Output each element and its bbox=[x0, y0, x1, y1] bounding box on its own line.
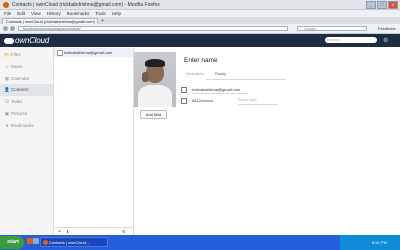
sidebar-item-label: Calendar bbox=[11, 76, 30, 81]
app-sidebar: 📁Files ♫ Music ▦ Calendar 👤Contacts ☑ Tasks… bbox=[0, 47, 54, 235]
url-bar[interactable]: localhost/owncloud/apps/contacts/ bbox=[18, 26, 288, 31]
contact-name-field[interactable]: Enter name bbox=[184, 57, 218, 64]
sidebar-item-files[interactable]: 📁Files bbox=[0, 49, 53, 61]
firefox-icon bbox=[3, 2, 9, 8]
phone-type-select[interactable]: Select type bbox=[238, 98, 257, 102]
music-icon: ♫ bbox=[5, 64, 9, 69]
minimize-button[interactable]: _ bbox=[366, 1, 376, 9]
tab-bar: Contacts | ownCloud (rickbabdrishna@gmai… bbox=[0, 17, 400, 24]
taskbar-item-label: Contacts | ownCloud ... bbox=[49, 240, 91, 245]
contact-name: rickbabdrishna@gmail.com bbox=[64, 50, 113, 55]
phone-icon bbox=[181, 98, 187, 104]
owncloud-logo[interactable]: ownCloud bbox=[4, 36, 49, 45]
sidebar-item-pictures[interactable]: ▣ Pictures bbox=[0, 108, 53, 120]
forward-button[interactable] bbox=[10, 26, 15, 31]
photo-hair bbox=[145, 59, 165, 67]
email-icon bbox=[181, 87, 187, 93]
contact-detail: Add field Enter name Nickname Rocky rick… bbox=[134, 47, 400, 235]
phone-underline bbox=[238, 104, 278, 105]
close-button[interactable]: X bbox=[388, 1, 398, 9]
divider bbox=[206, 79, 286, 80]
contacts-icon: 👤 bbox=[4, 87, 10, 92]
search-input[interactable]: Search bbox=[325, 37, 377, 43]
sidebar-item-tasks[interactable]: ☑ Tasks bbox=[0, 96, 53, 108]
tasks-icon: ☑ bbox=[4, 99, 10, 104]
window-controls: _ □ X bbox=[366, 1, 398, 9]
sidebar-item-music[interactable]: ♫ Music bbox=[0, 61, 53, 73]
sidebar-item-label: Pictures bbox=[11, 111, 28, 116]
menu-help[interactable]: Help bbox=[112, 10, 121, 17]
pictures-icon: ▣ bbox=[4, 111, 10, 116]
menu-bookmarks[interactable]: Bookmarks bbox=[67, 10, 90, 17]
window-titlebar: Contacts | ownCloud (rickbabdrishna@gmai… bbox=[0, 0, 400, 10]
settings-gear-icon[interactable]: ⚙ bbox=[383, 37, 388, 44]
taskbar-item-firefox[interactable]: Contacts | ownCloud ... bbox=[40, 237, 108, 247]
logo-text: ownCloud bbox=[15, 36, 49, 45]
menubar: File Edit View History Bookmarks Tools H… bbox=[0, 10, 400, 17]
back-button[interactable] bbox=[3, 26, 8, 31]
nickname-label: Nickname bbox=[186, 71, 204, 76]
import-icon[interactable]: ⬇ bbox=[66, 229, 69, 234]
sidebar-item-label: Bookmarks bbox=[11, 123, 34, 128]
desktop-quicklaunch-icon[interactable] bbox=[33, 238, 39, 244]
menu-view[interactable]: View bbox=[31, 10, 41, 17]
list-item[interactable]: rickbabdrishna@gmail.com bbox=[54, 48, 133, 57]
contact-checkbox[interactable] bbox=[57, 50, 63, 56]
folder-icon: 📁 bbox=[4, 52, 10, 57]
sidebar-item-label: Music bbox=[11, 64, 23, 69]
windows-taskbar: start Contacts | ownCloud ... 5:52 PM bbox=[0, 235, 400, 250]
sidebar-item-label: Files bbox=[11, 52, 21, 57]
feedback-button[interactable]: Feedback bbox=[378, 26, 396, 31]
nickname-value[interactable]: Rocky bbox=[215, 71, 226, 76]
system-tray bbox=[340, 235, 400, 250]
email-field[interactable]: rickbabdrishna@gmail.com bbox=[192, 87, 240, 92]
owncloud-header: ownCloud Search ⚙ bbox=[0, 34, 400, 47]
email-underline bbox=[192, 93, 248, 94]
window-title: Contacts | ownCloud (rickbabdrishna@gmai… bbox=[12, 2, 160, 8]
bookmark-icon: ★ bbox=[4, 123, 10, 128]
sidebar-item-label: Tasks bbox=[11, 99, 23, 104]
menu-file[interactable]: File bbox=[4, 10, 11, 17]
browser-search-input[interactable]: Google bbox=[297, 26, 367, 31]
add-field-button[interactable]: Add field bbox=[140, 110, 167, 119]
contact-photo[interactable] bbox=[134, 52, 176, 107]
menu-edit[interactable]: Edit bbox=[17, 10, 25, 17]
firefox-icon bbox=[43, 240, 48, 245]
menu-tools[interactable]: Tools bbox=[95, 10, 106, 17]
sidebar-item-label: Contacts bbox=[11, 87, 29, 92]
clock: 5:52 PM bbox=[372, 240, 387, 245]
photo-body bbox=[138, 85, 172, 107]
phone-field[interactable]: 0812xxxxxx bbox=[192, 98, 213, 103]
start-button[interactable]: start bbox=[0, 236, 24, 249]
settings-icon[interactable]: ⚙ bbox=[122, 229, 126, 234]
navigation-bar: localhost/owncloud/apps/contacts/ Google… bbox=[0, 24, 400, 34]
menu-history[interactable]: History bbox=[47, 10, 61, 17]
photo-hand bbox=[142, 72, 149, 82]
sidebar-item-bookmarks[interactable]: ★ Bookmarks bbox=[0, 120, 53, 132]
maximize-button[interactable]: □ bbox=[377, 1, 387, 9]
contacts-list: rickbabdrishna@gmail.com + ⬇ ⚙ bbox=[54, 47, 134, 235]
cloud-icon bbox=[4, 37, 14, 44]
sidebar-item-contacts[interactable]: 👤Contacts bbox=[0, 84, 53, 96]
